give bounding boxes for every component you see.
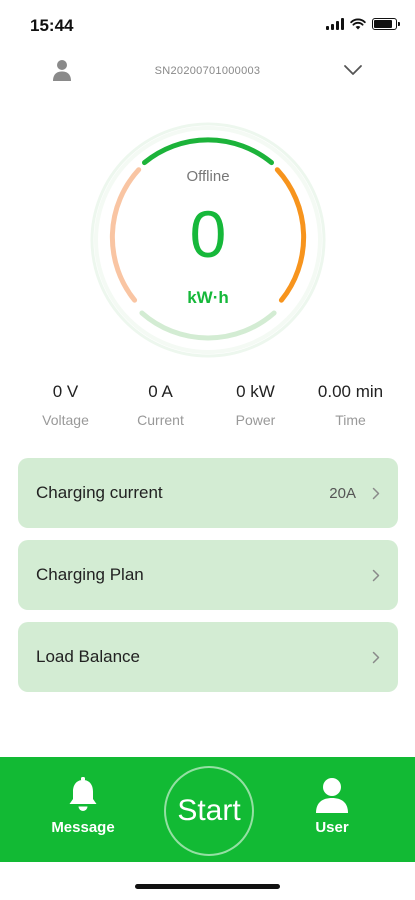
tab-label: Message [51,819,115,836]
battery-icon [372,18,400,30]
stat-voltage: 0 V Voltage [18,382,113,428]
user-icon [316,778,348,813]
status-icons [326,18,400,30]
connection-status: Offline [186,168,230,185]
stat-current: 0 A Current [113,382,208,428]
stat-label: Current [137,412,184,428]
wifi-icon [350,18,366,30]
tab-message[interactable]: Message [38,777,128,836]
home-indicator [135,884,280,889]
charging-current-card[interactable]: Charging current 20A [18,458,398,528]
bell-icon [69,777,97,811]
stat-value: 0 kW [236,382,275,401]
stat-power: 0 kW Power [208,382,303,428]
stat-label: Power [235,412,276,428]
card-label: Charging Plan [36,565,144,584]
charging-stats: 0 V Voltage 0 A Current 0 kW Power 0.00 … [18,382,398,428]
tab-user[interactable]: User [287,777,377,836]
stat-value: 0 V [52,382,79,401]
energy-value: 0 [189,197,227,271]
chevron-right-icon [372,651,380,663]
energy-gauge: Offline 0 kW·h [88,120,328,360]
chevron-right-icon [372,487,380,499]
load-balance-card[interactable]: Load Balance [18,622,398,692]
energy-unit: kW·h [187,288,229,307]
header: SN20200701000003 [0,55,415,89]
stat-value: 0 A [148,382,173,401]
tab-label: User [315,819,349,836]
card-value: 20A [329,484,356,502]
card-label: Load Balance [36,647,140,666]
cellular-signal-icon [326,18,344,30]
status-bar: 15:44 [0,0,415,50]
stat-label: Time [335,412,366,428]
start-button[interactable]: Start [164,766,254,856]
status-time: 15:44 [30,16,74,35]
charging-plan-card[interactable]: Charging Plan [18,540,398,610]
stat-time: 0.00 min Time [303,382,398,428]
stat-label: Voltage [42,412,89,428]
chevron-down-icon[interactable] [343,63,363,77]
card-label: Charging current [36,483,163,502]
stat-value: 0.00 min [317,382,384,401]
chevron-right-icon [372,569,380,581]
